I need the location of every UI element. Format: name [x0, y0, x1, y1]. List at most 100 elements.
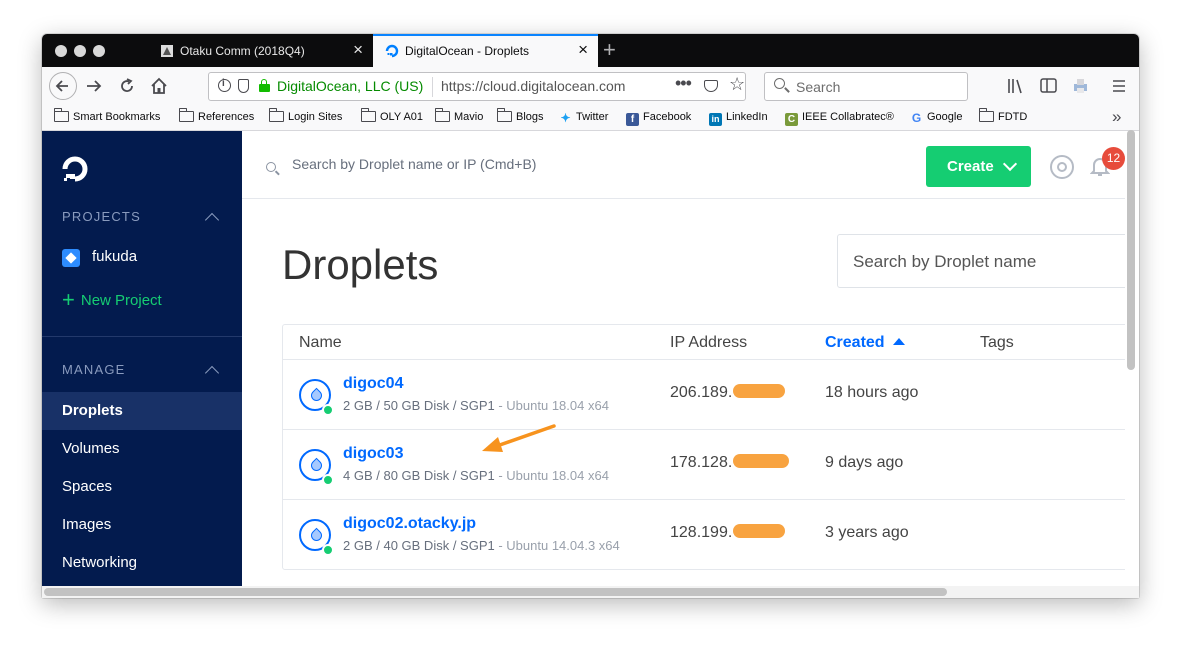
create-button[interactable]: Create: [926, 146, 1031, 187]
scrollbar-thumb[interactable]: [1127, 130, 1135, 370]
chevron-down-icon: [1002, 156, 1018, 172]
projects-heading: PROJECTS: [62, 209, 141, 224]
collapse-manage-icon[interactable]: [204, 365, 220, 381]
droplet-os: - Ubuntu 18.04 x64: [494, 468, 609, 483]
tab-close-icon[interactable]: ×: [353, 40, 363, 60]
bookmark-label: Login Sites: [288, 111, 343, 123]
horizontal-scrollbar[interactable]: [42, 586, 1139, 598]
reload-icon[interactable]: [117, 76, 137, 96]
new-project-link[interactable]: + New Project: [62, 285, 162, 312]
sidebar-item-volumes[interactable]: Volumes: [42, 430, 242, 468]
sidebar-divider: [42, 336, 242, 337]
bookmark-linkedin[interactable]: in LinkedIn: [709, 111, 768, 126]
bookmark-login-sites[interactable]: Login Sites: [269, 108, 343, 123]
droplet-size: 2 GB / 50 GB Disk / SGP1: [343, 398, 495, 413]
bookmark-google[interactable]: G Google: [910, 111, 963, 125]
digitalocean-favicon-icon: [385, 44, 399, 58]
droplet-name-link[interactable]: digoc04: [343, 375, 403, 393]
scrollbar-thumb[interactable]: [44, 588, 947, 596]
tab-close-icon[interactable]: ×: [578, 40, 588, 60]
sidebar: PROJECTS fukuda + New Project MANAGE Drop…: [42, 131, 242, 586]
column-header-ip[interactable]: IP Address: [670, 334, 747, 352]
navigation-toolbar: DigitalOcean, LLC (US) https://cloud.dig…: [42, 67, 1139, 107]
url-divider: [432, 77, 433, 97]
close-window-button[interactable]: [55, 45, 67, 57]
project-label: fukuda: [92, 248, 138, 265]
digitalocean-logo-icon[interactable]: [59, 153, 91, 185]
bookmarks-overflow-button[interactable]: »: [1112, 107, 1121, 127]
status-online-icon: [322, 544, 334, 556]
column-header-name[interactable]: Name: [299, 334, 342, 352]
new-project-label: New Project: [80, 292, 162, 309]
table-row[interactable]: digoc04 2 GB / 50 GB Disk / SGP1 - Ubunt…: [283, 360, 1125, 430]
page-content: PROJECTS fukuda + New Project MANAGE Drop…: [42, 131, 1125, 586]
bookmark-smart-bookmarks[interactable]: Smart Bookmarks: [54, 108, 160, 123]
bookmark-mavio[interactable]: Mavio: [435, 108, 484, 123]
global-search-input[interactable]: Search by Droplet name or IP (Cmd+B): [292, 156, 536, 172]
sidebar-item-networking[interactable]: Networking: [42, 544, 242, 582]
url-bar[interactable]: DigitalOcean, LLC (US) https://cloud.dig…: [208, 72, 746, 101]
redaction-mark: [733, 524, 786, 538]
vertical-scrollbar[interactable]: [1126, 130, 1136, 582]
bookmark-twitter[interactable]: ✦ Twitter: [559, 111, 608, 125]
help-icon[interactable]: [1050, 155, 1074, 179]
droplet-ip: 178.128.: [670, 454, 790, 472]
bookmark-oly-a01[interactable]: OLY A01: [361, 108, 423, 123]
sidebar-item-label: Volumes: [62, 440, 120, 457]
maximize-window-button[interactable]: [93, 45, 105, 57]
bookmark-star-icon[interactable]: ☆: [729, 74, 745, 95]
pocket-icon[interactable]: [704, 80, 718, 92]
droplet-spec: 2 GB / 40 GB Disk / SGP1 - Ubuntu 14.04.…: [343, 538, 620, 553]
droplet-name-link[interactable]: digoc02.otacky.jp: [343, 515, 476, 533]
bookmark-blogs[interactable]: Blogs: [497, 108, 544, 123]
collapse-projects-icon[interactable]: [204, 212, 220, 228]
ieee-icon: C: [785, 113, 798, 126]
hamburger-menu-icon[interactable]: [1111, 78, 1127, 94]
sidebar-item-images[interactable]: Images: [42, 506, 242, 544]
plus-icon: +: [62, 287, 75, 312]
url-text[interactable]: https://cloud.digitalocean.com: [441, 78, 625, 94]
back-button[interactable]: [49, 72, 77, 100]
site-info-icon[interactable]: [218, 78, 231, 92]
column-header-tags[interactable]: Tags: [980, 334, 1014, 352]
tab-bar: Otaku Comm (2018Q4) × DigitalOcean - Dro…: [42, 34, 1139, 68]
sidebar-item-spaces[interactable]: Spaces: [42, 468, 242, 506]
redaction-mark: [733, 384, 786, 398]
minimize-window-button[interactable]: [74, 45, 86, 57]
droplet-os: - Ubuntu 14.04.3 x64: [494, 538, 620, 553]
home-icon[interactable]: [149, 76, 169, 96]
tracking-shield-icon[interactable]: [238, 79, 249, 93]
folder-icon: [435, 108, 450, 122]
notification-badge[interactable]: 12: [1102, 147, 1125, 170]
droplets-table: Name IP Address Created Tags digoc04 2 G…: [282, 324, 1125, 570]
new-tab-button[interactable]: +: [603, 37, 616, 63]
page-actions-icon[interactable]: •••: [675, 73, 692, 94]
sidebar-item-droplets[interactable]: Droplets: [42, 392, 242, 430]
tab-digitalocean-droplets[interactable]: DigitalOcean - Droplets ×: [373, 34, 598, 68]
bookmark-label: IEEE Collabratec®: [802, 111, 894, 123]
column-header-created[interactable]: Created: [825, 334, 905, 352]
bookmark-fdtd[interactable]: FDTD: [979, 108, 1027, 123]
droplet-created: 3 years ago: [825, 524, 909, 541]
tab-otaku-comm[interactable]: Otaku Comm (2018Q4) ×: [148, 34, 373, 67]
library-icon[interactable]: [1007, 78, 1025, 94]
droplet-name-search-input[interactable]: Search by Droplet name: [837, 234, 1125, 288]
table-row[interactable]: digoc03 4 GB / 80 GB Disk / SGP1 - Ubunt…: [283, 430, 1125, 500]
search-placeholder: Search: [796, 79, 841, 95]
top-bar: Search by Droplet name or IP (Cmd+B) Cre…: [242, 131, 1125, 199]
facebook-icon: f: [626, 113, 639, 126]
bookmark-label: LinkedIn: [726, 111, 768, 123]
droplet-name-search-placeholder: Search by Droplet name: [853, 252, 1037, 271]
extension-icon[interactable]: [1072, 77, 1090, 95]
bookmark-facebook[interactable]: f Facebook: [626, 111, 691, 126]
droplet-name-link[interactable]: digoc03: [343, 445, 403, 463]
bookmark-label: Mavio: [454, 111, 484, 123]
folder-icon: [497, 108, 512, 122]
bookmark-references[interactable]: References: [179, 108, 254, 123]
browser-search-field[interactable]: Search: [764, 72, 968, 101]
droplet-size: 4 GB / 80 GB Disk / SGP1: [343, 468, 495, 483]
table-row[interactable]: digoc02.otacky.jp 2 GB / 40 GB Disk / SG…: [283, 500, 1125, 570]
sidebar-toggle-icon[interactable]: [1040, 78, 1058, 94]
bookmark-ieee-collabratec[interactable]: C IEEE Collabratec®: [785, 111, 894, 126]
forward-arrow-icon[interactable]: [84, 76, 104, 96]
